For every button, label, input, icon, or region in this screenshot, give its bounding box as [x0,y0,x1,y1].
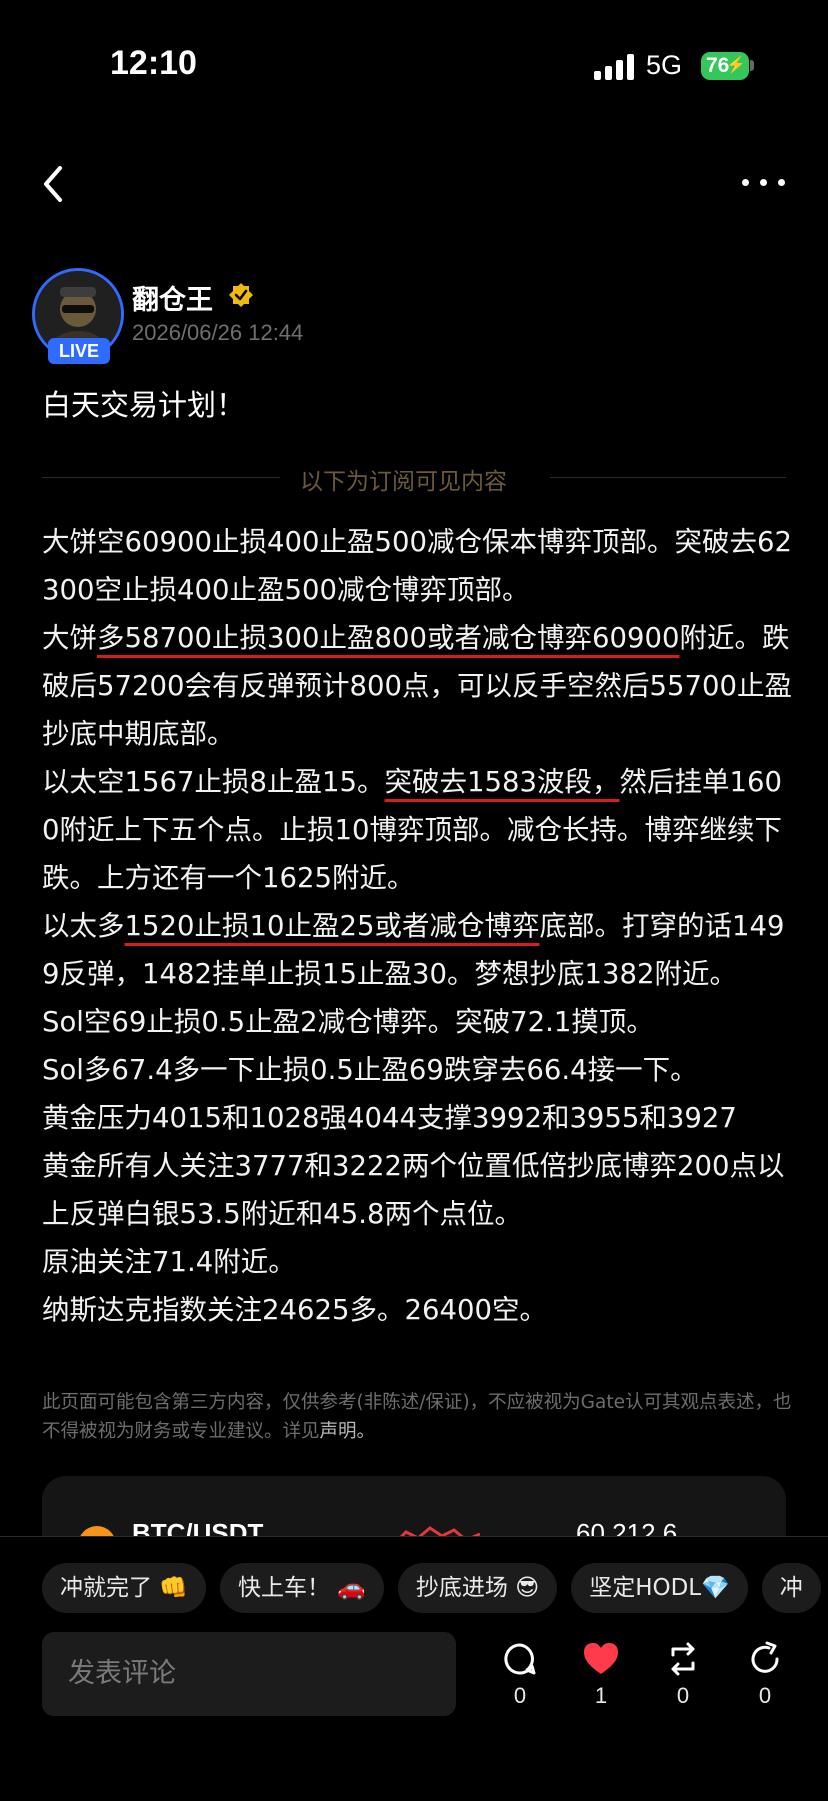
share-icon [751,1641,779,1673]
paragraph: 以太空1567止损8止盈15。突破去1583波段，然后挂单1600附近上下五个点… [42,758,794,902]
bottom-bar: 冲就完了 👊 快上车！ 🚗 抄底进场 😎 坚定HODL💎 冲 发表评论 0 1 0 0 [0,1536,828,1801]
divider-line [42,477,280,478]
battery-icon: 76 ⚡ [701,52,749,80]
author-name[interactable]: 翻仓王 [132,278,213,317]
paragraph: Sol空69止损0.5止盈2减仓博弈。突破72.1摸顶。 [42,1006,654,1038]
quick-reply-chips: 冲就完了 👊 快上车！ 🚗 抄底进场 😎 坚定HODL💎 冲 [42,1563,828,1615]
comment-input[interactable]: 发表评论 [42,1632,456,1716]
share-button[interactable]: 0 [735,1641,795,1709]
underlined-text: 多58700止损300止盈800或者减仓博弈60900 [97,622,680,654]
status-time: 12:10 [110,44,197,82]
paragraph: 纳斯达克指数关注24625多。26400空。 [42,1294,547,1326]
quick-reply-chip[interactable]: 抄底进场 😎 [397,1563,558,1613]
disclaimer: 此页面可能包含第三方内容，仅供参考(非陈述/保证)，不应被视为Gate认可其观点… [42,1388,794,1446]
underlined-text: 1520止损10止盈25或者减仓博弈 [124,910,540,942]
comment-icon [504,1643,536,1675]
back-button[interactable] [38,162,68,206]
quick-reply-chip[interactable]: 快上车！ 🚗 [219,1563,384,1613]
disclaimer-text: 此页面可能包含第三方内容，仅供参考(非陈述/保证)，不应被视为Gate认可其观点… [42,1392,792,1442]
comment-button[interactable]: 0 [490,1641,550,1709]
status-bar: 12:10 5G 76 ⚡ [0,0,828,140]
chevron-left-icon [44,166,62,202]
more-options-button[interactable] [740,166,786,198]
repost-button[interactable]: 0 [653,1641,713,1709]
avatar[interactable]: LIVE [32,268,124,364]
live-badge: LIVE [48,338,110,364]
battery-nub [750,60,754,71]
heart-icon [584,1643,618,1674]
disclaimer-link[interactable]: 声明。 [320,1421,376,1442]
repost-count: 0 [676,1683,690,1708]
paragraph: 黄金所有人关注3777和3222两个位置低倍抄底博弈200点以上反弹白银53.5… [42,1150,785,1230]
paragraph: 黄金压力4015和1028强4044支撑3992和3955和3927 [42,1102,737,1134]
paragraph: 大饼多58700止损300止盈800或者减仓博弈60900附近。跌破后57200… [42,614,794,758]
subscriber-divider: 以下为订阅可见内容 [300,469,507,495]
repost-icon [671,1642,695,1676]
divider-line [550,477,786,478]
paragraph: 原油关注71.4附近。 [42,1246,296,1278]
like-count: 1 [594,1683,608,1708]
signal-icon [594,54,634,80]
text-run: 以太空1567止损8止盈15。 [42,766,385,798]
share-count: 0 [758,1683,772,1708]
underlined-text: 突破去1583波段， [384,766,620,798]
paragraph: 以太多1520止损10止盈25或者减仓博弈底部。打穿的话1499反弹，1482挂… [42,902,794,998]
text-run: 大饼 [42,622,97,654]
text-run: 以太多 [42,910,125,942]
network-type: 5G [646,50,683,80]
post-body: 大饼空60900止损400止盈500减仓保本博弈顶部。突破去62300空止损40… [42,518,794,1334]
paragraph: Sol多67.4多一下止损0.5止盈69跌穿去66.4接一下。 [42,1054,698,1086]
post-date: 2026/06/26 12:44 [132,320,304,345]
verified-badge-icon [229,283,253,307]
paragraph: 大饼空60900止损400止盈500减仓保本博弈顶部。突破去62300空止损40… [42,526,792,606]
quick-reply-chip[interactable]: 冲 [761,1563,821,1613]
like-button[interactable]: 1 [571,1641,631,1709]
quick-reply-chip[interactable]: 冲就完了 👊 [42,1563,206,1613]
quick-reply-chip[interactable]: 坚定HODL💎 [571,1563,748,1613]
comment-count: 0 [513,1683,527,1708]
post-title: 白天交易计划！ [42,388,246,422]
